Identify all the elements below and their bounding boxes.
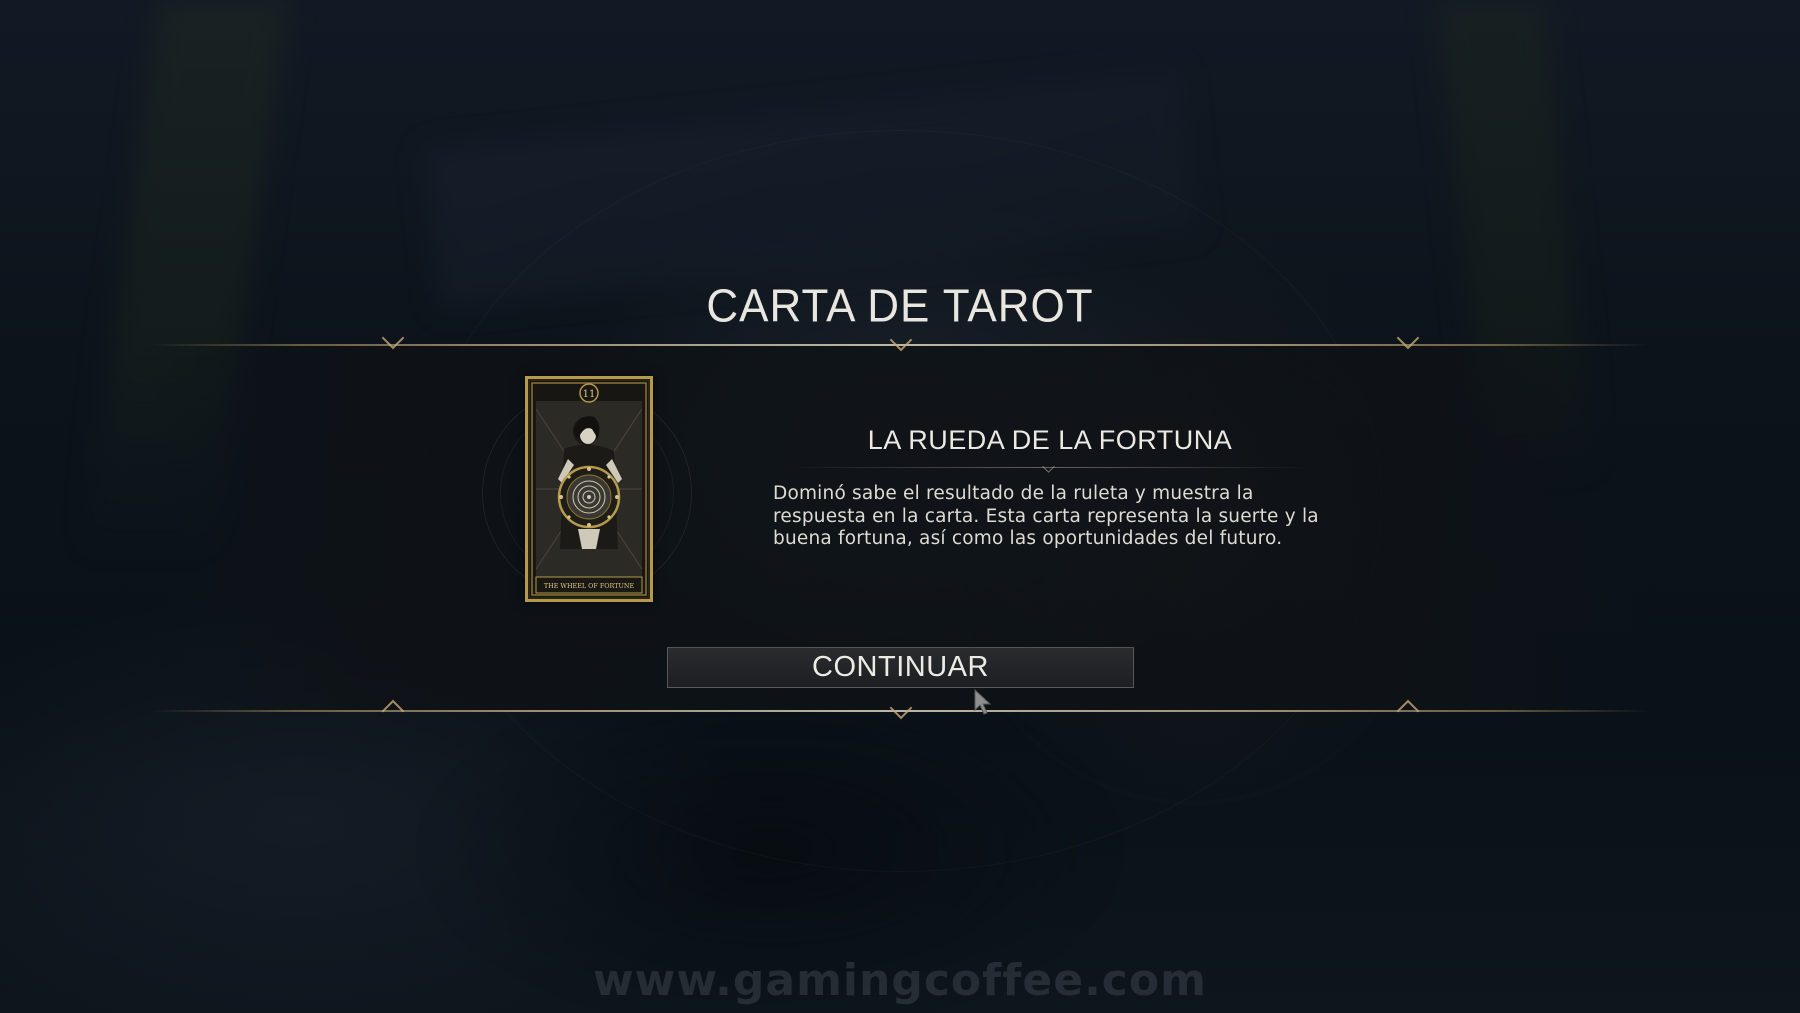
card-footer-label: THE WHEEL OF FORTUNE (544, 582, 635, 590)
wheel-of-fortune-illustration: 11 THE WHEEL OF FORTUNE (531, 382, 647, 596)
continue-button[interactable]: CONTINUAR (667, 647, 1134, 688)
page-title: CARTA DE TAROT (706, 280, 1094, 333)
tarot-card-image: 11 THE WHEEL OF FORTUNE (525, 376, 653, 602)
card-description: Dominó sabe el resultado de la ruleta y … (773, 483, 1319, 549)
card-number: 11 (583, 389, 596, 400)
mouse-cursor-icon (974, 688, 992, 715)
card-name: LA RUEDA DE LA FORTUNA (867, 425, 1233, 455)
watermark: www.gamingcoffee.com (593, 955, 1207, 1006)
game-screen: CARTA DE TAROT 11 THE WHEEL OF FORTUNE L… (0, 0, 1800, 1013)
